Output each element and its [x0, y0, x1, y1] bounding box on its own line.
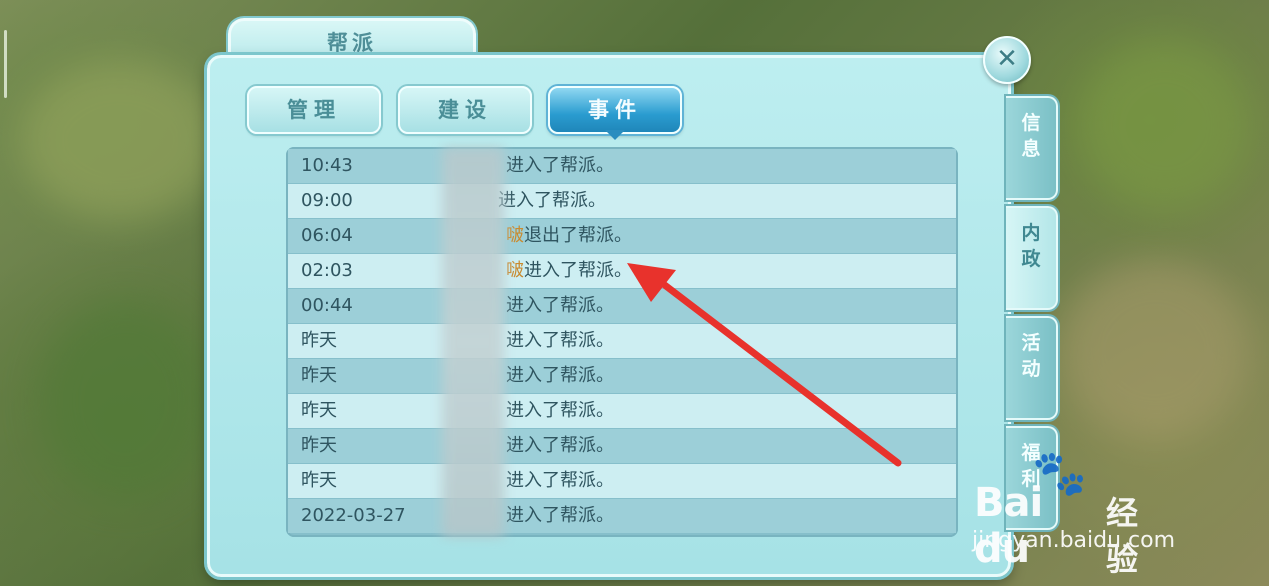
arrow-shaft: [658, 279, 902, 467]
watermark-logo: Bai du: [974, 480, 1043, 572]
arrow-head: [627, 263, 676, 302]
watermark-url: jingyan.baidu.com: [972, 528, 1176, 553]
